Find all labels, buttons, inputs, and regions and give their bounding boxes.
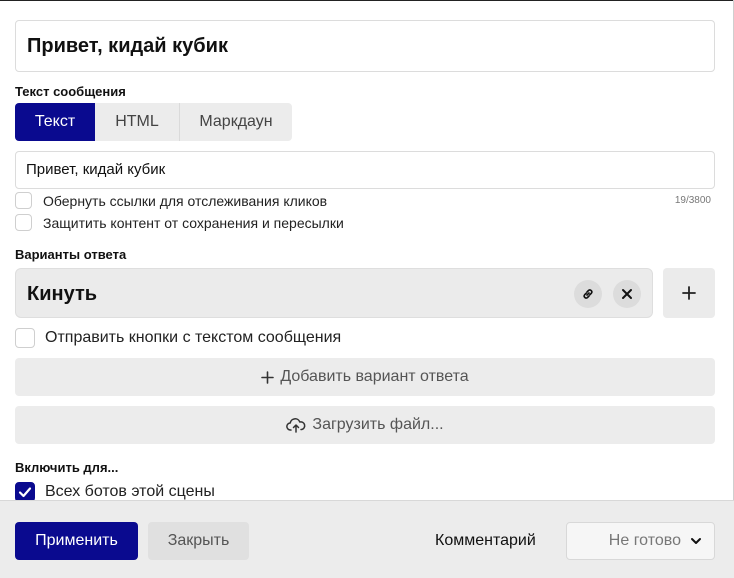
apply-button[interactable]: Применить <box>15 522 138 560</box>
tab-text[interactable]: Текст <box>15 103 95 141</box>
upload-file-label: Загрузить файл... <box>312 416 444 433</box>
protect-content-label: Защитить контент от сохранения и пересыл… <box>43 214 344 231</box>
add-answer-button[interactable]: Добавить вариант ответа <box>15 358 715 396</box>
all-bots-checkbox[interactable] <box>15 482 35 502</box>
title-input[interactable]: Привет, кидай кубик <box>15 20 715 72</box>
footer-bar: Применить Закрыть Комментарий Не готово <box>0 500 734 578</box>
wrap-links-label: Обернуть ссылки для отслеживания кликов <box>43 192 328 209</box>
top-border <box>0 0 734 1</box>
protect-content-checkbox[interactable] <box>15 214 32 231</box>
message-section-label: Текст сообщения <box>15 84 126 99</box>
tab-html[interactable]: HTML <box>95 103 180 141</box>
send-with-text-checkbox[interactable] <box>15 328 35 348</box>
message-text-input[interactable]: Привет, кидай кубик <box>15 151 715 189</box>
all-bots-option[interactable]: Всех ботов этой сцены <box>15 482 215 502</box>
wrap-links-checkbox[interactable] <box>15 192 32 209</box>
answer-label: Кинуть <box>27 283 98 305</box>
enable-section-label: Включить для... <box>15 460 119 475</box>
add-answer-plus-button[interactable] <box>663 268 715 318</box>
status-select[interactable]: Не готово <box>566 522 715 560</box>
upload-file-button[interactable]: Загрузить файл... <box>15 406 715 444</box>
chevron-down-icon <box>691 538 701 544</box>
tab-markdown[interactable]: Маркдаун <box>180 103 292 141</box>
char-counter: 19/3800 <box>674 195 711 206</box>
send-with-text-option[interactable]: Отправить кнопки с текстом сообщения <box>15 328 341 348</box>
wrap-links-option[interactable]: Обернуть ссылки для отслеживания кликов <box>15 192 327 209</box>
close-button[interactable]: Закрыть <box>148 522 249 560</box>
plus-icon <box>261 370 275 384</box>
status-value: Не готово <box>608 532 681 549</box>
all-bots-label: Всех ботов этой сцены <box>45 483 215 500</box>
answers-section-label: Варианты ответа <box>15 247 127 262</box>
comment-button[interactable]: Комментарий <box>435 522 536 560</box>
format-tabs: Текст HTML Маркдаун <box>15 103 292 141</box>
answer-option[interactable]: Кинуть <box>15 268 653 318</box>
plus-icon <box>682 286 696 300</box>
close-icon[interactable] <box>613 280 641 308</box>
cloud-upload-icon <box>286 418 306 433</box>
protect-content-option[interactable]: Защитить контент от сохранения и пересыл… <box>15 214 344 231</box>
checkmark-icon <box>18 487 32 498</box>
link-icon[interactable] <box>574 280 602 308</box>
add-answer-label: Добавить вариант ответа <box>280 368 469 385</box>
send-with-text-label: Отправить кнопки с текстом сообщения <box>45 329 342 346</box>
